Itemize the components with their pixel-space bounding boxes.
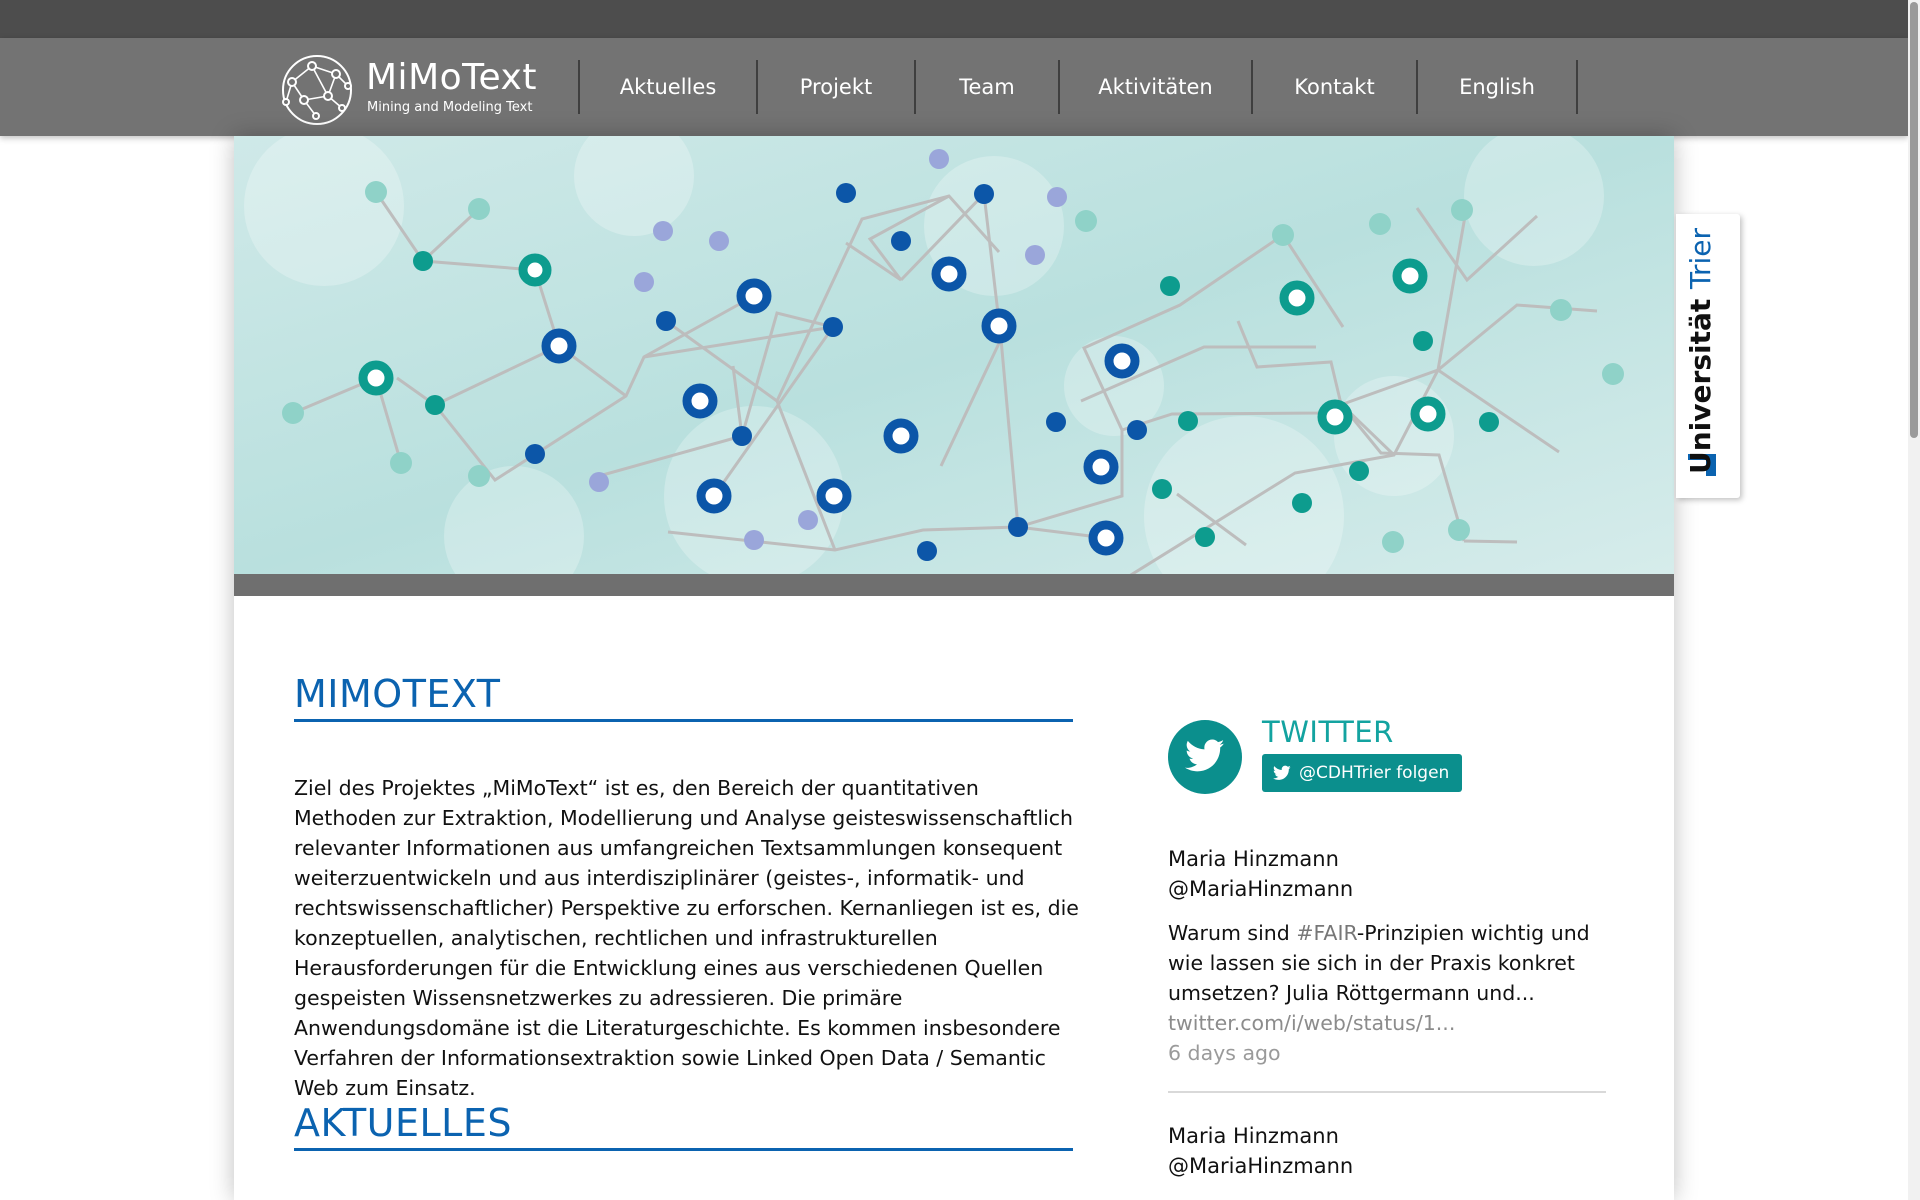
university-name: Universität Trier: [1684, 228, 1717, 474]
page-scrollbar[interactable]: [1908, 0, 1920, 1200]
section-heading-aktuelles: AKTUELLES: [294, 1101, 512, 1145]
tweet-hashtag[interactable]: #FAIR: [1296, 921, 1357, 945]
network-illustration: [234, 136, 1674, 574]
tweet-text: Warum sind #FAIR-Prinzipien wichtig und …: [1168, 918, 1608, 1008]
follow-button[interactable]: @CDHTrier folgen: [1262, 754, 1462, 792]
network-logo-icon: [282, 55, 352, 125]
tweet-text-start: Warum sind: [1168, 921, 1297, 945]
hero-bottom-strip: [234, 574, 1674, 596]
nav-item-english[interactable]: English: [1418, 60, 1576, 114]
hero-network-banner: [234, 136, 1674, 574]
heading-underline: [294, 1148, 1073, 1151]
tweet-author-handle[interactable]: @MariaHinzmann: [1168, 1151, 1608, 1181]
heading-underline: [294, 719, 1073, 722]
follow-button-label: @CDHTrier folgen: [1299, 763, 1450, 783]
project-intro-text: Ziel des Projektes „MiMoText“ ist es, de…: [294, 775, 1079, 1100]
scrollbar-thumb[interactable]: [1910, 2, 1918, 438]
tweet-author-name[interactable]: Maria Hinzmann: [1168, 1121, 1608, 1151]
main-menu: Aktuelles Projekt Team Aktivitäten Konta…: [578, 60, 1578, 114]
university-name-part2: Trier: [1684, 227, 1717, 289]
university-name-part1: Universität: [1684, 298, 1717, 474]
twitter-heading: TWITTER: [1262, 715, 1394, 749]
bird-glyph: [1185, 739, 1225, 772]
tweet-author-handle[interactable]: @MariaHinzmann: [1168, 874, 1608, 904]
nav-item-team[interactable]: Team: [916, 60, 1058, 114]
tweet-status-link[interactable]: twitter.com/i/web/status/1...: [1168, 1008, 1608, 1038]
section-heading-mimotext: MIMOTEXT: [294, 672, 501, 716]
browser-top-strip: [0, 0, 1920, 38]
tweet-item: Maria Hinzmann @MariaHinzmann Warum sind…: [1168, 844, 1608, 1068]
twitter-small-icon: [1273, 765, 1291, 780]
twitter-bird-icon[interactable]: [1168, 720, 1242, 794]
menu-divider: [1576, 60, 1578, 114]
tweet-author-name[interactable]: Maria Hinzmann: [1168, 844, 1608, 874]
nav-item-kontakt[interactable]: Kontakt: [1253, 60, 1416, 114]
mimotext-logo[interactable]: MiMoText Mining and Modeling Text: [278, 52, 548, 128]
nav-item-aktivitaeten[interactable]: Aktivitäten: [1060, 60, 1251, 114]
logo-title: MiMoText: [366, 57, 537, 98]
tweet-divider: [1168, 1091, 1606, 1093]
logo-subtitle: Mining and Modeling Text: [367, 100, 533, 115]
tweet-timestamp: 6 days ago: [1168, 1041, 1281, 1065]
tweet-item: Maria Hinzmann @MariaHinzmann: [1168, 1121, 1608, 1181]
nav-item-aktuelles[interactable]: Aktuelles: [580, 60, 756, 114]
nav-item-projekt[interactable]: Projekt: [758, 60, 914, 114]
